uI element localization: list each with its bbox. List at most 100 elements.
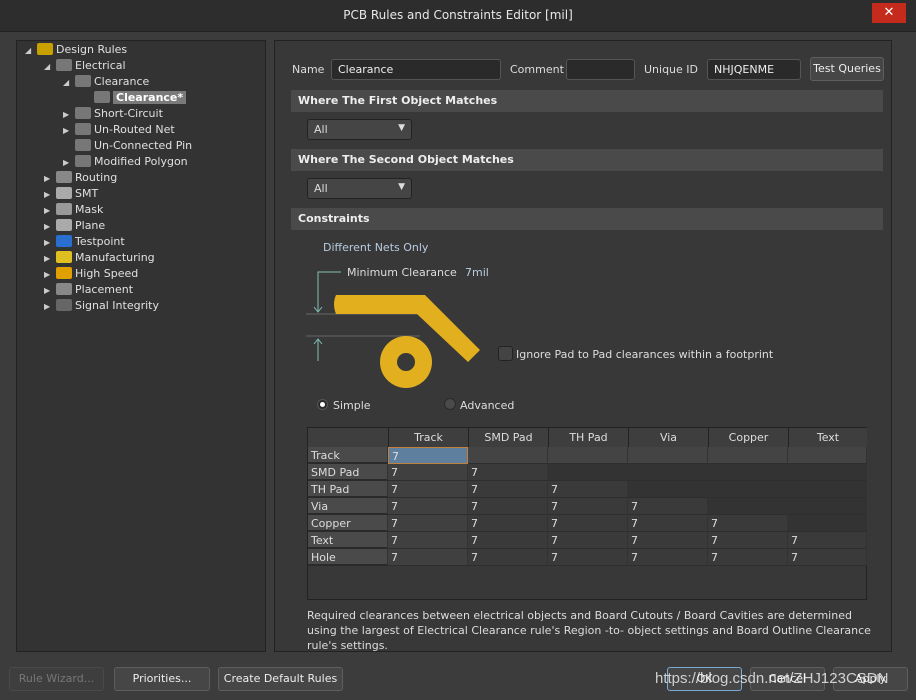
collapse-arrow-icon[interactable]: ◢ (63, 75, 75, 91)
column-header: Via (628, 428, 708, 447)
matrix-cell[interactable]: 7 (788, 532, 867, 549)
expand-arrow-icon[interactable]: ▶ (44, 219, 56, 235)
priorities-button[interactable]: Priorities... (114, 667, 210, 691)
testpoint-icon (56, 235, 72, 247)
matrix-cell[interactable]: 7 (388, 532, 468, 549)
matrix-cell[interactable]: 7 (628, 549, 708, 566)
matrix-cell[interactable]: 7 (388, 464, 468, 481)
placement-icon (56, 283, 72, 295)
tree-item-label: Signal Integrity (75, 299, 159, 312)
tree-item[interactable]: ▶ Short-Circuit (63, 106, 163, 122)
tree-item-label: Un-Routed Net (94, 123, 175, 136)
matrix-cell[interactable]: 7 (468, 498, 548, 515)
matrix-cell (708, 447, 788, 464)
matrix-cell[interactable]: 7 (708, 549, 788, 566)
short-circuit-rule-icon (75, 107, 91, 119)
matrix-cell[interactable]: 7 (468, 515, 548, 532)
matrix-cell[interactable]: 7 (628, 515, 708, 532)
matrix-cell[interactable]: 7 (548, 549, 628, 566)
rule-tree[interactable]: ◢ Design Rules ◢ Electrical ◢ Clearance Cleara… (16, 40, 266, 652)
expand-arrow-icon[interactable]: ▶ (44, 187, 56, 203)
collapse-arrow-icon[interactable]: ◢ (44, 59, 56, 75)
matrix-cell[interactable]: 7 (628, 498, 708, 515)
first-object-select[interactable]: All ▼ (307, 119, 412, 140)
matrix-cell[interactable]: 7 (388, 549, 468, 566)
tree-item[interactable]: ▶ Routing (44, 170, 117, 186)
plane-icon (56, 219, 72, 231)
advanced-radio[interactable] (444, 398, 456, 410)
tree-item[interactable]: ◢ Clearance (63, 74, 149, 90)
matrix-cell[interactable]: 7 (468, 549, 548, 566)
ignore-pad-checkbox[interactable] (498, 346, 513, 361)
tree-item[interactable]: ▶ Un-Routed Net (63, 122, 175, 138)
matrix-cell (708, 498, 788, 515)
collapse-arrow-icon[interactable]: ◢ (25, 43, 37, 59)
row-header: Via (308, 498, 388, 515)
tree-item[interactable]: ▶ Placement (44, 282, 133, 298)
matrix-cell[interactable]: 7 (468, 532, 548, 549)
tree-item[interactable]: ▶ Manufacturing (44, 250, 155, 266)
tree-item[interactable]: ◢ Electrical (44, 58, 126, 74)
matrix-cell[interactable]: 7 (548, 515, 628, 532)
close-icon[interactable]: ✕ (872, 3, 906, 23)
tree-item[interactable]: ▶ Signal Integrity (44, 298, 159, 314)
comment-input[interactable] (566, 59, 635, 80)
create-default-rules-button[interactable]: Create Default Rules (218, 667, 343, 691)
tree-item[interactable]: Un-Connected Pin (63, 138, 192, 154)
row-header: Hole (308, 549, 388, 566)
expand-arrow-icon[interactable]: ▶ (63, 123, 75, 139)
net-scope-select[interactable]: Different Nets Only (323, 241, 428, 254)
rule-wizard-button[interactable]: Rule Wizard... (9, 667, 104, 691)
name-input[interactable]: Clearance (331, 59, 501, 80)
expand-arrow-icon[interactable]: ▶ (44, 235, 56, 251)
expand-arrow-icon[interactable]: ▶ (44, 299, 56, 315)
matrix-cell[interactable]: 7 (548, 498, 628, 515)
second-object-header: Where The Second Object Matches (291, 149, 883, 171)
matrix-cell[interactable]: 7 (388, 515, 468, 532)
tree-item[interactable]: Clearance* (82, 90, 187, 106)
expand-arrow-icon[interactable]: ▶ (44, 251, 56, 267)
tree-item[interactable]: ▶ High Speed (44, 266, 138, 282)
matrix-cell (788, 498, 867, 515)
test-queries-button[interactable]: Test Queries (810, 57, 884, 81)
matrix-cell[interactable]: 7 (468, 464, 548, 481)
expand-arrow-icon[interactable]: ▶ (44, 267, 56, 283)
tree-item[interactable]: ▶ Modified Polygon (63, 154, 188, 170)
matrix-cell[interactable]: 7 (548, 532, 628, 549)
tree-item-label: Un-Connected Pin (94, 139, 193, 152)
column-header: TH Pad (548, 428, 628, 447)
tree-item-label: Routing (75, 171, 118, 184)
matrix-cell[interactable]: 7 (708, 515, 788, 532)
matrix-cell (708, 464, 788, 481)
expand-arrow-icon[interactable]: ▶ (63, 107, 75, 123)
second-object-select[interactable]: All ▼ (307, 178, 412, 199)
matrix-cell (788, 447, 867, 464)
matrix-cell[interactable]: 7 (388, 447, 468, 464)
unique-id-input[interactable]: NHJQENME (707, 59, 801, 80)
expand-arrow-icon[interactable]: ▶ (44, 203, 56, 219)
tree-item[interactable]: ◢ Design Rules (25, 42, 127, 58)
matrix-cell[interactable]: 7 (708, 532, 788, 549)
expand-arrow-icon[interactable]: ▶ (63, 155, 75, 171)
matrix-cell[interactable]: 7 (388, 498, 468, 515)
matrix-cell (628, 447, 708, 464)
tree-item-label: Placement (75, 283, 134, 296)
matrix-cell[interactable]: 7 (548, 481, 628, 498)
modified-polygon-rule-icon (75, 155, 91, 167)
tree-item-label: Design Rules (56, 43, 128, 56)
comment-label: Comment (510, 63, 564, 76)
matrix-cell[interactable]: 7 (788, 549, 867, 566)
matrix-cell (788, 464, 867, 481)
footnote: Required clearances between electrical o… (307, 609, 871, 652)
matrix-cell[interactable]: 7 (388, 481, 468, 498)
simple-radio[interactable] (317, 399, 328, 410)
tree-item[interactable]: ▶ Testpoint (44, 234, 125, 250)
tree-item[interactable]: ▶ SMT (44, 186, 98, 202)
tree-item[interactable]: ▶ Mask (44, 202, 103, 218)
matrix-cell[interactable]: 7 (628, 532, 708, 549)
matrix-cell[interactable]: 7 (468, 481, 548, 498)
expand-arrow-icon[interactable]: ▶ (44, 171, 56, 187)
matrix-cell (628, 464, 708, 481)
tree-item[interactable]: ▶ Plane (44, 218, 105, 234)
expand-arrow-icon[interactable]: ▶ (44, 283, 56, 299)
